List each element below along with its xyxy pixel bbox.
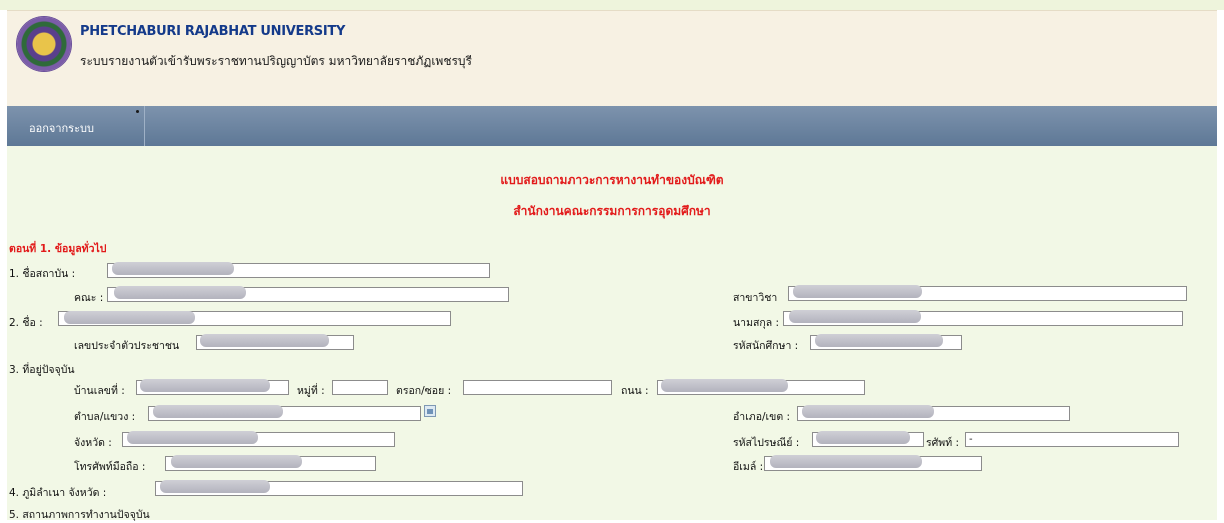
logout-link[interactable]: ออกจากระบบ: [29, 119, 94, 137]
form-title: แบบสอบถามภาวะการหางานทำของบัณฑิต: [500, 173, 724, 187]
faculty-label: คณะ :: [74, 292, 104, 304]
nav-bar: ออกจากระบบ: [7, 106, 1217, 146]
redacted-mark: [200, 334, 329, 347]
address-label: 3. ที่อยู่ปัจจุบัน: [9, 364, 75, 376]
surname-label: นามสกุล :: [733, 317, 780, 329]
redacted-mark: [802, 405, 934, 418]
nav-bullet: [136, 110, 139, 113]
soi-input[interactable]: [463, 380, 612, 395]
nav-separator: [144, 106, 145, 146]
form-subtitle: สำนักงานคณะกรรมการการอุดมศึกษา: [513, 204, 711, 218]
redacted-mark: [793, 285, 922, 298]
university-logo: [17, 17, 71, 71]
moo-input[interactable]: [332, 380, 388, 395]
major-label: สาขาวิชา: [733, 292, 778, 304]
system-name: ระบบรายงานตัวเข้ารับพระราชทานปริญญาบัตร …: [80, 54, 472, 68]
redacted-mark: [815, 334, 943, 347]
redacted-mark: [789, 310, 921, 323]
district-label: อำเภอ/เขต :: [733, 411, 791, 423]
employment-label: 5. สถานภาพการทำงานปัจจุบัน: [9, 509, 150, 521]
redacted-mark: [770, 455, 922, 468]
phone-label: รศัพท์ :: [926, 437, 960, 449]
mobile-label: โทรศัพท์มือถือ :: [74, 461, 146, 473]
road-label: ถนน :: [621, 385, 649, 397]
redacted-mark: [140, 379, 270, 392]
top-strip: [0, 0, 1224, 10]
birthplace-label: 4. ภูมิลำเนา จังหวัด :: [9, 487, 107, 499]
phone-input[interactable]: -: [965, 432, 1179, 447]
redacted-mark: [64, 311, 195, 324]
email-label: อีเมล์ :: [733, 461, 764, 473]
soi-label: ตรอก/ซอย :: [396, 385, 452, 397]
province-label: จังหวัด :: [74, 437, 112, 449]
university-name: PHETCHABURI RAJABHAT UNIVERSITY: [80, 24, 346, 39]
redacted-mark: [816, 431, 910, 444]
redacted-mark: [171, 455, 302, 468]
calendar-icon[interactable]: [424, 405, 436, 417]
student-id-label: รหัสนักศึกษา :: [733, 340, 799, 352]
subdistrict-label: ตำบล/แขวง :: [74, 411, 136, 423]
section-heading: ตอนที่ 1. ข้อมูลทั่วไป: [9, 243, 107, 255]
institution-label: 1. ชื่อสถาบัน :: [9, 268, 76, 280]
postcode-label: รหัสไปรษณีย์ :: [733, 437, 800, 449]
redacted-mark: [160, 480, 270, 493]
house-no-label: บ้านเลขที่ :: [74, 385, 125, 397]
redacted-mark: [661, 379, 788, 392]
moo-label: หมู่ที่ :: [297, 385, 325, 397]
redacted-mark: [114, 286, 246, 299]
redacted-mark: [153, 405, 283, 418]
redacted-mark: [112, 262, 234, 275]
name-label: 2. ชื่อ :: [9, 317, 43, 329]
id-card-label: เลขประจำตัวประชาชน: [74, 340, 180, 352]
redacted-mark: [127, 431, 258, 444]
